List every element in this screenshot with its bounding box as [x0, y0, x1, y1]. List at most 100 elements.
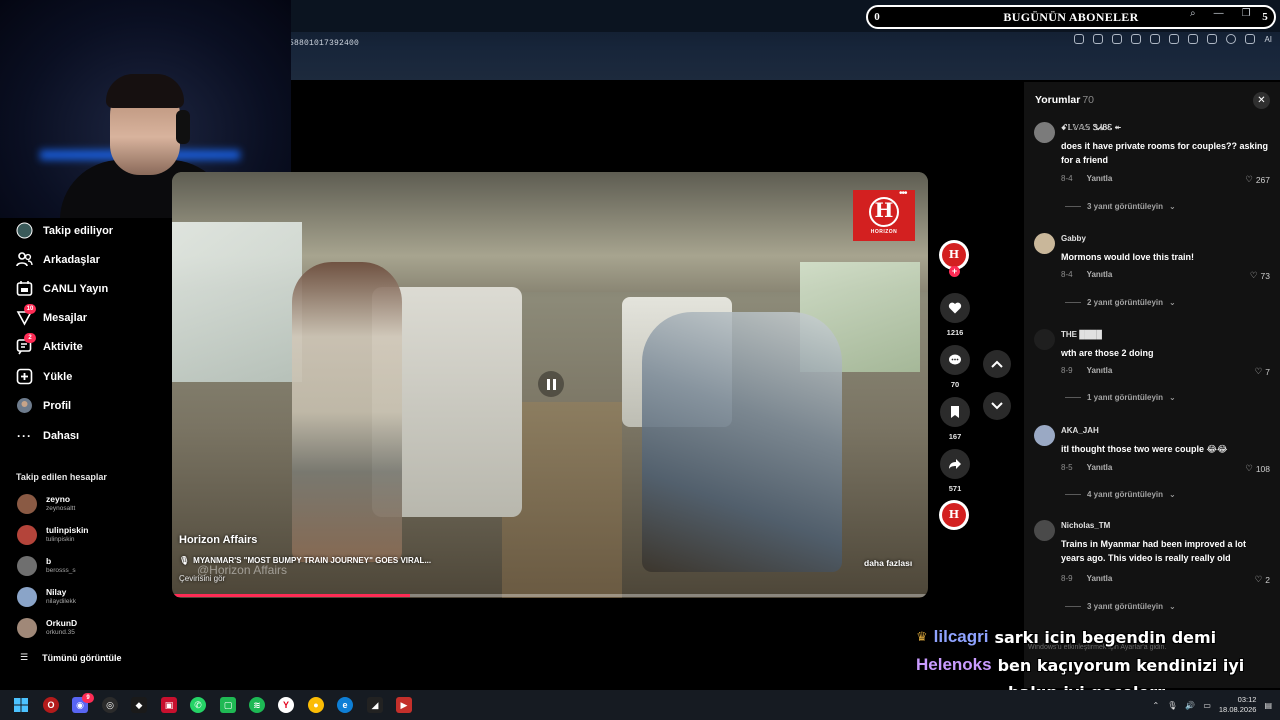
comment-date: 8-4	[1061, 174, 1073, 183]
video-author[interactable]: Horizon Affairs	[179, 534, 257, 546]
comment-user[interactable]: AKA_JAH	[1061, 426, 1099, 435]
comment-user[interactable]: Nicholas_TM	[1061, 521, 1110, 530]
spotify-icon[interactable]: ≋	[249, 697, 265, 713]
minimize-icon[interactable]: —	[1214, 8, 1224, 19]
previous-video-button[interactable]	[983, 350, 1011, 378]
next-video-button[interactable]	[983, 392, 1011, 420]
shield-icon[interactable]	[1112, 34, 1123, 44]
followed-account[interactable]: Nilay nilaydilekk	[17, 587, 76, 607]
pause-button[interactable]	[538, 371, 564, 397]
see-all-button[interactable]: ☰ Tümünü görüntüle	[20, 652, 122, 663]
reply-button[interactable]: Yanıtla	[1087, 463, 1113, 472]
extension-icon[interactable]	[1131, 34, 1142, 44]
comment-text: wth are those 2 doing	[1061, 348, 1154, 358]
view-replies-button[interactable]: 3 yanıt görüntüleyin ⌄	[1065, 202, 1176, 211]
comment-like-count: 2	[1265, 574, 1270, 585]
windows-start-icon[interactable]	[13, 697, 29, 713]
microphone-icon[interactable]: 🎙	[1167, 701, 1177, 710]
notification-icon[interactable]: ▤	[1264, 701, 1272, 710]
heart-outline-icon: ♡	[1249, 270, 1258, 280]
sidebar-item-live[interactable]: CANLI Yayın	[16, 280, 108, 297]
comment-like-button[interactable]: ♡ 7	[1255, 366, 1270, 377]
view-replies-button[interactable]: 3 yanıt görüntüleyin ⌄	[1065, 602, 1176, 611]
settings-icon[interactable]	[1245, 34, 1256, 44]
ai-button[interactable]: AI	[1264, 35, 1272, 44]
comment-text: Mormons would love this train!	[1061, 252, 1195, 262]
comment-like-button[interactable]: ♡ 108	[1245, 463, 1270, 474]
close-comments-button[interactable]: ✕	[1253, 92, 1270, 109]
video-options-icon[interactable]: •••	[899, 188, 907, 199]
followed-account[interactable]: OrkunD orkund.35	[17, 618, 77, 638]
edit-icon[interactable]	[1074, 34, 1085, 44]
edge-icon[interactable]: e	[337, 697, 353, 713]
followed-account[interactable]: b berosss_s	[17, 556, 76, 576]
search-icon[interactable]: ⌕	[1190, 8, 1196, 19]
whatsapp-icon[interactable]: ✆	[190, 697, 206, 713]
chrome-icon[interactable]: ●	[308, 697, 324, 713]
yandex-icon[interactable]: Y	[278, 697, 294, 713]
video-progress-bar[interactable]	[172, 594, 928, 597]
menu-icon[interactable]	[1207, 34, 1218, 44]
share-button[interactable]	[940, 449, 970, 479]
capcut-icon[interactable]: ▢	[220, 697, 236, 713]
reply-button[interactable]: Yanıtla	[1087, 174, 1113, 183]
comment-user[interactable]: Gabby	[1061, 234, 1086, 243]
avatar[interactable]	[1034, 233, 1055, 254]
sidebar-item-following[interactable]: Takip ediliyor	[16, 222, 113, 239]
sidebar-item-upload[interactable]: Yükle	[16, 368, 72, 385]
system-clock[interactable]: 03:12 18.08.2026	[1219, 695, 1257, 715]
speaker-icon[interactable]: 🔊	[1185, 701, 1195, 710]
profile-icon[interactable]	[1226, 34, 1237, 44]
account-name: b	[46, 556, 52, 566]
sidebar-item-friends[interactable]: Arkadaşlar	[16, 251, 100, 268]
follow-plus-icon[interactable]: +	[949, 266, 960, 277]
reply-button[interactable]: Yanıtla	[1087, 574, 1113, 583]
video-progress-fill	[172, 594, 411, 597]
sidebar-item-messages[interactable]: 10 Mesajlar	[16, 304, 87, 326]
followed-account[interactable]: tulinpiskin tulinpiskin	[17, 525, 89, 545]
comment-button[interactable]	[940, 345, 970, 375]
comment-like-button[interactable]: ♡ 2	[1255, 574, 1270, 585]
view-replies-button[interactable]: 2 yanıt görüntüleyin ⌄	[1065, 298, 1176, 307]
comment-like-button[interactable]: ♡ 267	[1245, 174, 1270, 185]
save-button[interactable]	[940, 397, 970, 427]
reply-button[interactable]: Yanıtla	[1087, 366, 1113, 375]
avatar[interactable]	[1034, 520, 1055, 541]
comment-user[interactable]: ꗃ𝕃𝕍𝔸𝕊 ᏕᏗᏰᏋ ↞	[1061, 123, 1121, 133]
translate-link[interactable]: Çevirisini gör	[179, 574, 225, 583]
editor-icon[interactable]: ◢	[367, 697, 383, 713]
reply-button[interactable]: Yanıtla	[1087, 270, 1113, 279]
avatar[interactable]	[1034, 425, 1055, 446]
brave-icon[interactable]: ◆	[131, 697, 147, 713]
discord-icon[interactable]: ◉ 9	[72, 693, 94, 713]
opera-icon[interactable]: O	[43, 697, 59, 713]
more-link[interactable]: daha fazlası	[864, 558, 912, 568]
avatar[interactable]	[1034, 329, 1055, 350]
video-player[interactable]: H HORIZON ••• @Horizon Affairs Horizon A…	[172, 172, 928, 598]
chevron-up-icon[interactable]: ⌃	[1153, 701, 1160, 710]
sidebar-item-label: Aktivite	[43, 340, 83, 353]
logo-mark: H	[869, 196, 899, 227]
network-icon[interactable]: ▭	[1203, 701, 1211, 710]
comment-user[interactable]: THE ████	[1061, 330, 1102, 339]
heart-icon[interactable]	[1169, 34, 1180, 44]
youtube-icon[interactable]: ▶	[396, 697, 412, 713]
app-icon[interactable]: ▣	[161, 697, 177, 713]
camera-icon[interactable]	[1093, 34, 1104, 44]
sound-avatar[interactable]: H	[939, 500, 969, 530]
sidebar-item-activity[interactable]: 2 Aktivite	[16, 333, 83, 355]
chat-username: Helenoks	[916, 655, 992, 674]
sidebar-item-profile[interactable]: Profil	[16, 397, 71, 414]
download-icon[interactable]	[1188, 34, 1199, 44]
send-icon[interactable]	[1150, 34, 1161, 44]
avatar[interactable]	[1034, 122, 1055, 143]
subscriber-count-right: 5	[1262, 11, 1268, 23]
followed-account[interactable]: zeyno zeynosaltt	[17, 494, 75, 514]
view-replies-button[interactable]: 4 yanıt görüntüleyin ⌄	[1065, 490, 1176, 499]
comment-like-button[interactable]: ♡ 73	[1250, 270, 1270, 281]
sidebar-item-more[interactable]: ··· Dahası	[16, 427, 79, 444]
maximize-icon[interactable]: ❐	[1242, 8, 1251, 19]
obs-icon[interactable]: ◎	[102, 697, 118, 713]
view-replies-button[interactable]: 1 yanıt görüntüleyin ⌄	[1065, 393, 1176, 402]
like-button[interactable]	[940, 293, 970, 323]
